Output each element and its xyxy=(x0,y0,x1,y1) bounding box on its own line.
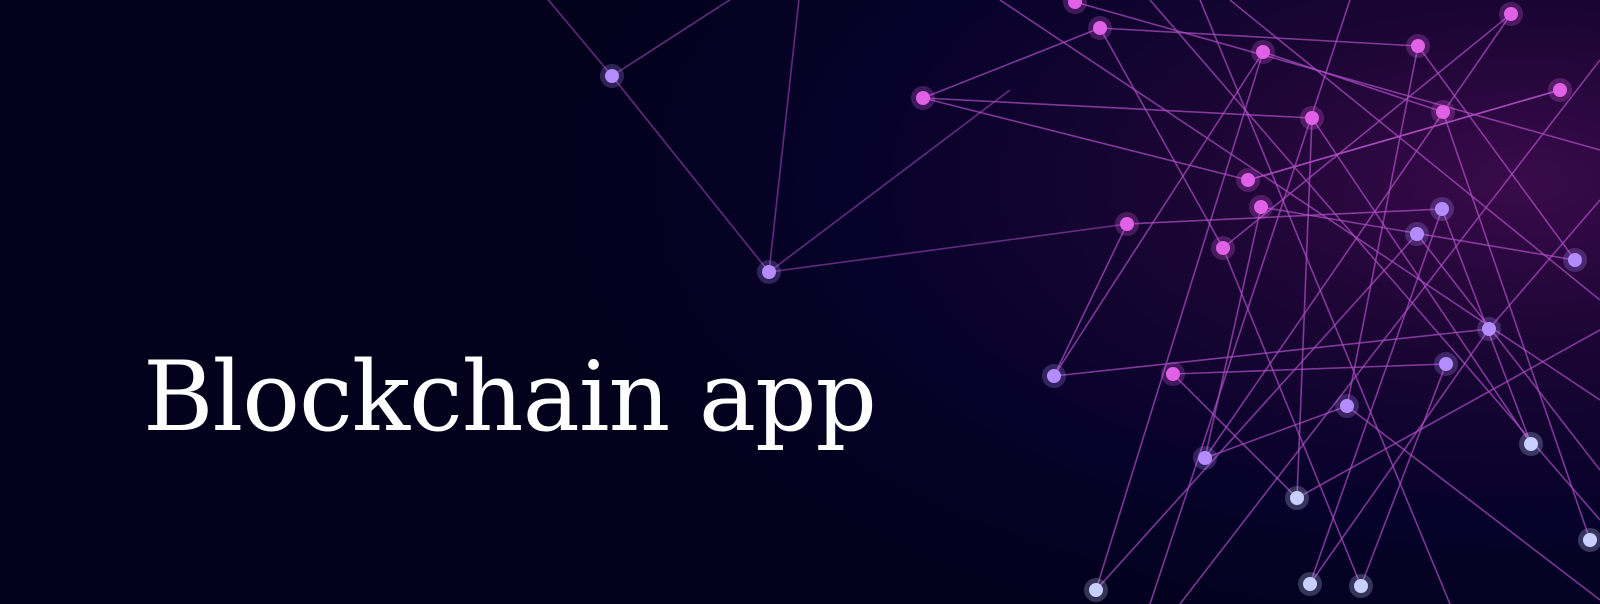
network-edge xyxy=(768,0,800,273)
network-node xyxy=(1198,451,1212,465)
network-edge xyxy=(1172,363,1447,375)
network-edge xyxy=(1296,117,1313,499)
network-node xyxy=(916,91,930,105)
network-node xyxy=(1340,399,1354,413)
network-node xyxy=(1047,369,1061,383)
network-node xyxy=(1583,533,1597,547)
network-edge xyxy=(999,0,1600,401)
network-edge xyxy=(1053,328,1490,377)
blockchain-network-graphic xyxy=(547,0,1600,604)
network-edge xyxy=(1204,405,1348,459)
blockchain-banner: Blockchain app xyxy=(0,0,1600,604)
network-edge xyxy=(547,0,613,77)
network-edge xyxy=(1442,111,1591,541)
network-node xyxy=(1305,111,1319,125)
banner-title: Blockchain app xyxy=(143,341,877,453)
network-node xyxy=(1303,577,1317,591)
network-node xyxy=(1241,173,1255,187)
network-node xyxy=(1504,7,1518,21)
network-node xyxy=(1524,437,1538,451)
network-node xyxy=(1482,322,1496,336)
network-node xyxy=(1439,357,1453,371)
network-node xyxy=(1120,217,1134,231)
network-node xyxy=(1568,253,1582,267)
network-edge xyxy=(1095,51,1264,591)
network-edge xyxy=(1095,233,1418,591)
network-node xyxy=(1093,21,1107,35)
network-node xyxy=(1166,367,1180,381)
network-edges xyxy=(547,0,1600,604)
network-edge xyxy=(611,0,732,77)
network-node xyxy=(1436,105,1450,119)
network-edge xyxy=(1262,51,1444,113)
network-edge xyxy=(922,27,1101,99)
network-node xyxy=(605,69,619,83)
network-node xyxy=(1216,241,1230,255)
network-edge xyxy=(1074,1,1600,151)
network-edge xyxy=(1053,51,1264,377)
network-node xyxy=(1553,83,1567,97)
network-node xyxy=(1290,491,1304,505)
network-edge xyxy=(1346,405,1600,601)
network-edge xyxy=(1053,223,1128,377)
network-edge xyxy=(1346,45,1419,407)
network-edge xyxy=(1099,27,1224,249)
network-edge xyxy=(922,97,1313,119)
network-edge xyxy=(1360,363,1447,587)
network-node xyxy=(1411,39,1425,53)
network-node xyxy=(1254,200,1268,214)
network-node xyxy=(1435,202,1449,216)
network-edge xyxy=(1179,59,1600,604)
network-node xyxy=(1089,583,1103,597)
network-node xyxy=(1410,227,1424,241)
network-edge xyxy=(1417,45,1576,261)
network-edge xyxy=(1309,208,1443,585)
network-node xyxy=(1354,579,1368,593)
network-edge xyxy=(922,97,1249,181)
network-node xyxy=(1256,45,1270,59)
network-edge xyxy=(611,75,770,273)
network-edge xyxy=(1247,89,1561,181)
network-node xyxy=(762,265,776,279)
network-edge xyxy=(1222,247,1362,587)
